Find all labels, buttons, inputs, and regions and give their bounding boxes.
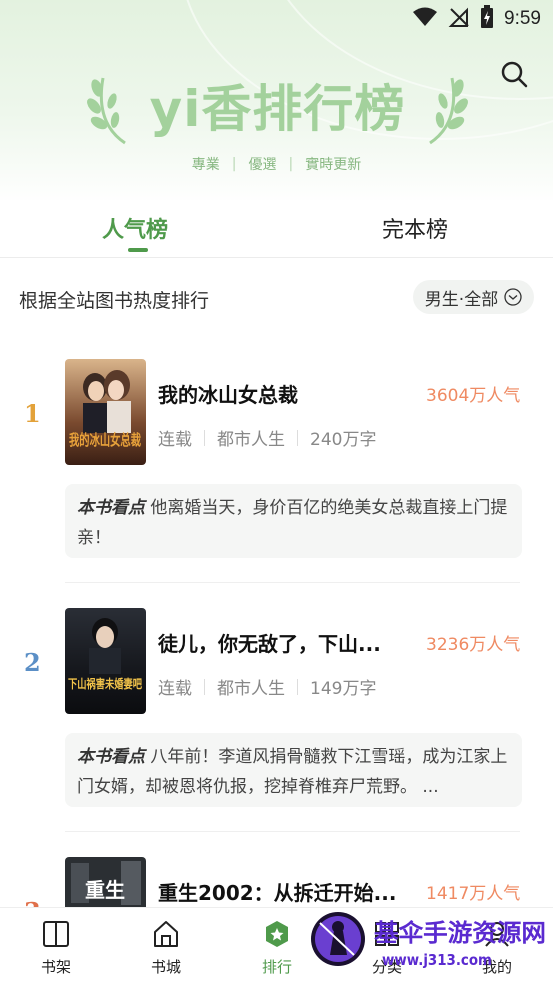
logo-text: yi香排行榜 — [149, 80, 406, 138]
ranking-logo: yi香排行榜 — [85, 60, 470, 150]
rank-number: 3 — [24, 897, 41, 907]
book-word-count: 240万字 — [310, 430, 377, 450]
book-cover[interactable]: 下山祸害未婚妻吧 — [65, 608, 146, 714]
status-time: 9:59 — [504, 8, 541, 29]
ranking-badge-icon — [266, 921, 288, 947]
book-word-count: 149万字 — [310, 679, 377, 699]
nav-label: 排行 — [261, 958, 292, 976]
nav-label: 书架 — [40, 958, 71, 976]
book-meta: 连载 都市人生 149万字 — [158, 674, 376, 699]
highlight-label: 本书看点 — [77, 747, 145, 767]
laurel-right-icon — [429, 77, 468, 145]
ranking-tabs: 人气榜 完本榜 — [0, 200, 553, 258]
meta-divider — [297, 429, 298, 446]
popularity-count: 1417万人气 — [426, 884, 521, 904]
rank-number: 2 — [24, 648, 41, 677]
popularity-count: 3236万人气 — [426, 635, 521, 655]
watermark-url: www.j313.com — [382, 951, 492, 969]
nav-bookstore[interactable]: 书城 — [131, 918, 201, 977]
book-title[interactable]: 徒儿，你无敌了，下山... — [158, 628, 381, 657]
tagline: 專業 | 優選 | 實時更新 — [0, 154, 553, 174]
book-item[interactable]: 2 下山祸害未婚妻吧 徒儿，你无敌了，下山... 3236万人气 连载 都市人生… — [0, 608, 553, 858]
nav-ranking[interactable]: 排行 — [242, 918, 312, 977]
book-status: 连载 — [158, 430, 192, 450]
filter-label: 男生·全部 — [424, 289, 499, 310]
divider — [65, 831, 520, 832]
tagline-item: 實時更新 — [305, 157, 362, 173]
search-button[interactable] — [500, 60, 528, 88]
book-icon — [43, 921, 69, 947]
cover-title: 重生 — [85, 878, 125, 902]
book-category: 都市人生 — [217, 679, 285, 699]
book-item[interactable]: 3 重生 重生2002：从拆迁开始... 1417万人气 — [0, 857, 553, 907]
gender-filter-dropdown[interactable]: 男生·全部 — [413, 280, 534, 314]
cover-title: 我的冰山女总裁 — [69, 431, 141, 449]
home-icon — [154, 921, 178, 947]
book-category: 都市人生 — [217, 430, 285, 450]
book-cover[interactable]: 我的冰山女总裁 — [65, 359, 146, 465]
watermark: 基伞手游资源网 www.j313.com — [310, 905, 553, 983]
book-title[interactable]: 重生2002：从拆迁开始... — [158, 877, 396, 906]
watermark-title: 基伞手游资源网 — [374, 919, 546, 947]
battery-charging-icon — [480, 5, 494, 33]
rank-number: 1 — [24, 399, 41, 428]
tagline-item: 專業 — [191, 157, 220, 173]
ranking-description: 根据全站图书热度排行 — [19, 290, 210, 312]
book-item[interactable]: 1 我的冰山女总裁 我的冰山女总裁 3604万人气 连载 都市人生 240万字 … — [0, 359, 553, 609]
no-signal-icon — [448, 6, 470, 32]
meta-divider — [204, 429, 205, 446]
meta-divider — [297, 678, 298, 695]
search-icon — [501, 61, 528, 88]
status-bar: 9:59 — [0, 0, 553, 38]
chevron-down-icon — [504, 288, 522, 306]
nav-bookshelf[interactable]: 书架 — [21, 918, 91, 977]
tagline-item: 優選 — [248, 157, 277, 173]
tagline-separator: | — [288, 156, 294, 172]
book-title[interactable]: 我的冰山女总裁 — [158, 379, 298, 408]
tab-popularity[interactable]: 人气榜 — [102, 212, 168, 244]
tab-completed[interactable]: 完本榜 — [382, 212, 448, 244]
divider — [65, 582, 520, 583]
book-meta: 连载 都市人生 240万字 — [158, 425, 376, 450]
cover-title: 下山祸害未婚妻吧 — [68, 676, 142, 691]
popularity-count: 3604万人气 — [426, 386, 521, 406]
laurel-left-icon — [87, 77, 126, 145]
tagline-separator: | — [231, 156, 237, 172]
highlight-label: 本书看点 — [77, 498, 145, 518]
book-highlight: 本书看点 他离婚当天，身价百亿的绝美女总裁直接上门提亲！ — [65, 484, 522, 558]
wifi-icon — [412, 7, 438, 31]
active-tab-indicator — [128, 248, 148, 252]
nav-label: 书城 — [150, 958, 181, 976]
book-cover[interactable]: 重生 — [65, 857, 146, 907]
meta-divider — [204, 678, 205, 695]
book-status: 连载 — [158, 679, 192, 699]
book-highlight: 本书看点 八年前！李道风捐骨髓救下江雪瑶，成为江家上门女婿，却被恩将仇报，挖掉脊… — [65, 733, 522, 807]
